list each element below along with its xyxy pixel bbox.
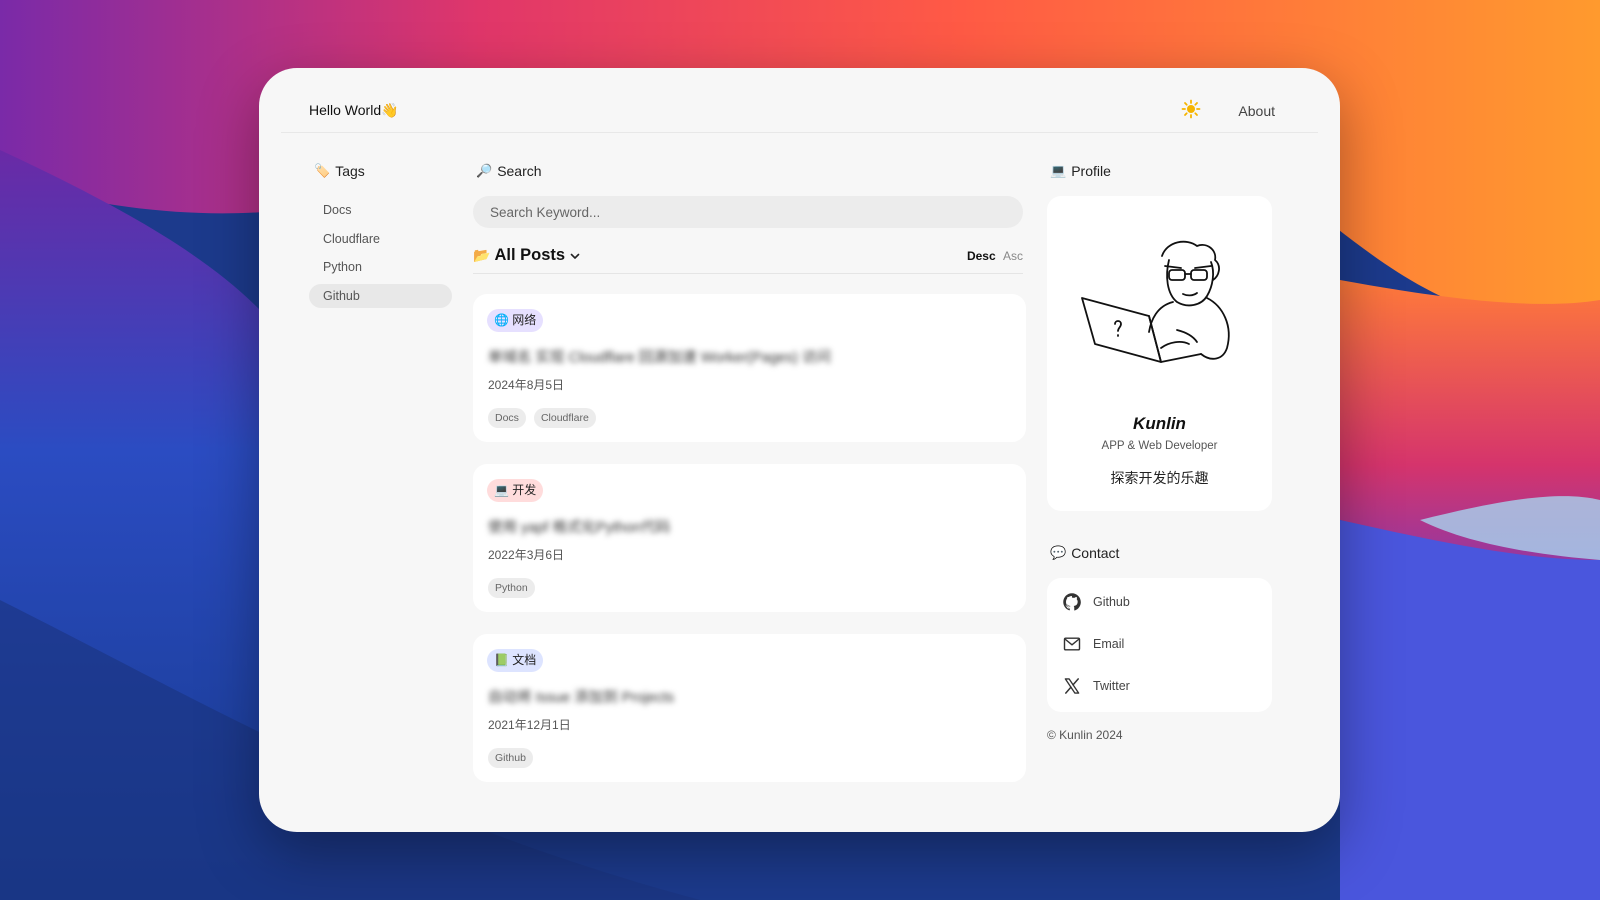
all-posts-dropdown[interactable]: 📂 All Posts (473, 246, 581, 265)
sun-icon[interactable] (1181, 99, 1201, 119)
profile-motto: 探索开发的乐趣 (1110, 470, 1209, 486)
contact-label: Email (1093, 637, 1125, 651)
profile-role: APP & Web Developer (1101, 440, 1218, 452)
search-heading: 🔎 Search (476, 163, 542, 179)
github-icon (1063, 593, 1081, 611)
post-date: 2024年8月5日 (488, 378, 565, 392)
contact-github-link[interactable]: Github (1062, 590, 1130, 614)
mail-icon (1063, 637, 1081, 651)
avatar (1081, 240, 1230, 363)
contact-label: Twitter (1093, 679, 1130, 693)
post-date: 2021年12月1日 (488, 718, 571, 732)
post-card[interactable]: 📗 文档 自动将 Issue 添加到 Projects 2021年12月1日 G… (473, 634, 1026, 782)
book-icon: 📗 (494, 653, 509, 667)
posts-header: 📂 All Posts Desc Asc (473, 242, 1023, 274)
magnifier-icon: 🔎 (476, 163, 493, 178)
post-title[interactable]: 自动将 Issue 添加到 Projects (488, 686, 674, 707)
tags-heading-label: Tags (335, 163, 365, 179)
tag-item-docs[interactable]: Docs (309, 198, 452, 222)
tag-icon: 🏷️ (314, 163, 331, 178)
profile-heading: 💻 Profile (1050, 163, 1111, 179)
profile-heading-label: Profile (1071, 163, 1111, 179)
profile-card: Kunlin APP & Web Developer 探索开发的乐趣 (1047, 196, 1272, 511)
tag-item-cloudflare[interactable]: Cloudflare (309, 227, 452, 251)
top-nav: Hello World👋 About (281, 68, 1318, 133)
post-card[interactable]: 💻 开发 使用 yapf 格式化Python代码 2022年3月6日 Pytho… (473, 464, 1026, 612)
post-title[interactable]: 使用 yapf 格式化Python代码 (488, 516, 670, 537)
tag-item-github[interactable]: Github (309, 283, 452, 308)
profile-name: Kunlin (1133, 414, 1186, 433)
contact-label: Github (1093, 595, 1130, 609)
post-tags: Docs Cloudflare (488, 408, 596, 428)
category-badge[interactable]: 📗 文档 (487, 649, 544, 672)
x-twitter-icon (1064, 678, 1080, 694)
contact-twitter-link[interactable]: Twitter (1062, 674, 1130, 698)
post-tag[interactable]: Python (488, 578, 535, 598)
post-tag[interactable]: Cloudflare (533, 408, 596, 428)
browser-window: Hello World👋 About 🏷️ Tags Docs Cloudfla… (259, 68, 1340, 832)
post-tag[interactable]: Docs (488, 408, 526, 428)
category-label: 开发 (512, 483, 537, 497)
site-title[interactable]: Hello World👋 (309, 102, 399, 119)
post-card[interactable]: 🌐 网络 单域名 实现 Cloudflare 回源加速 Worker(Pages… (473, 294, 1026, 442)
post-tags: Github (488, 748, 533, 768)
tags-list: Docs Cloudflare Python Github (309, 198, 452, 312)
speech-bubble-icon: 💬 (1050, 545, 1067, 560)
post-tags: Python (488, 578, 535, 598)
post-date: 2022年3月6日 (488, 548, 565, 562)
post-title[interactable]: 单域名 实现 Cloudflare 回源加速 Worker(Pages) 访问 (488, 346, 831, 367)
contact-heading: 💬 Contact (1050, 545, 1119, 561)
laptop-icon: 💻 (494, 483, 509, 497)
category-badge[interactable]: 💻 开发 (487, 479, 544, 502)
copyright-footer: © Kunlin 2024 (1047, 728, 1123, 742)
contact-email-link[interactable]: Email (1062, 632, 1124, 656)
folder-icon: 📂 (473, 247, 491, 263)
category-badge[interactable]: 🌐 网络 (487, 309, 544, 332)
search-heading-label: Search (497, 163, 542, 179)
chevron-down-icon (570, 253, 580, 259)
category-label: 文档 (512, 653, 537, 667)
sort-asc-button[interactable]: Asc (1003, 249, 1023, 263)
tags-heading: 🏷️ Tags (314, 163, 365, 179)
about-link[interactable]: About (1238, 103, 1275, 119)
tag-item-python[interactable]: Python (309, 255, 452, 279)
search-input[interactable] (473, 196, 1023, 228)
category-label: 网络 (512, 313, 537, 327)
all-posts-label: All Posts (494, 246, 566, 264)
sort-toggle: Desc Asc (967, 249, 1023, 263)
contact-card: Github Email Twitter (1047, 578, 1272, 712)
sort-desc-button[interactable]: Desc (967, 249, 996, 263)
globe-icon: 🌐 (494, 313, 509, 327)
contact-heading-label: Contact (1071, 545, 1120, 561)
computer-icon: 💻 (1050, 163, 1067, 178)
post-tag[interactable]: Github (488, 748, 533, 768)
